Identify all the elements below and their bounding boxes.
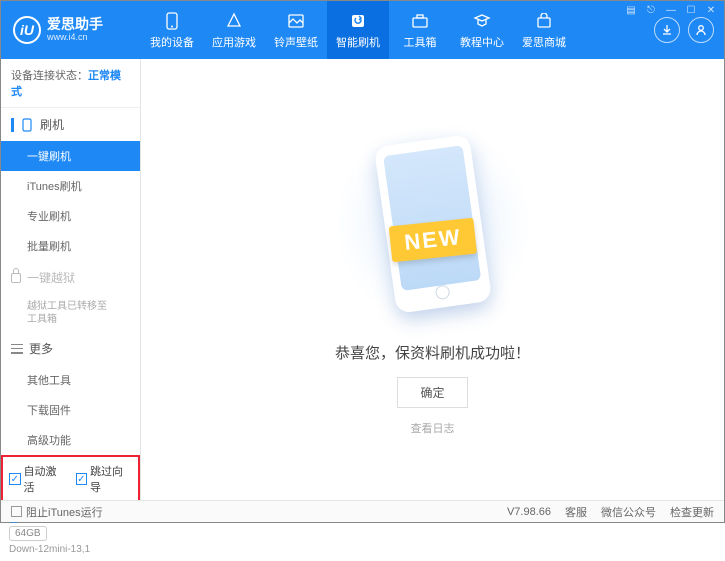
checkbox-icon	[11, 506, 22, 517]
ok-button[interactable]: 确定	[397, 377, 467, 408]
tab-my-device[interactable]: 我的设备	[141, 1, 203, 59]
tab-label: 智能刷机	[336, 34, 380, 50]
logo-icon: iU	[13, 16, 41, 44]
sidebar-group-flash[interactable]: 刷机	[1, 108, 140, 141]
tab-tutorials[interactable]: 教程中心	[451, 1, 513, 59]
tab-label: 铃声壁纸	[274, 34, 318, 50]
check-icon: ✓	[76, 473, 88, 485]
logo: iU 爱思助手 www.i4.cn	[1, 16, 141, 44]
app-subtitle: www.i4.cn	[47, 33, 103, 43]
toolbox-icon	[410, 11, 430, 31]
window-controls: ▤ ⎋ — ☐ ✕	[624, 3, 718, 17]
device-storage: 64GB	[9, 526, 47, 541]
tab-store[interactable]: 爱思商城	[513, 1, 575, 59]
minimize-icon[interactable]: —	[664, 3, 678, 17]
sidebar-group-more[interactable]: 更多	[1, 332, 140, 365]
lock-icon	[11, 273, 21, 283]
success-message: 恭喜您，保资料刷机成功啦！	[335, 342, 530, 363]
sidebar-item-download-firmware[interactable]: 下载固件	[1, 395, 140, 425]
flash-icon	[348, 11, 368, 31]
checkbox-auto-activate[interactable]: ✓ 自动激活	[9, 463, 66, 495]
close-icon[interactable]: ✕	[704, 3, 718, 17]
header-actions	[654, 17, 724, 43]
tab-smart-flash[interactable]: 智能刷机	[327, 1, 389, 59]
app-header: iU 爱思助手 www.i4.cn 我的设备 应用游戏 铃声壁纸 智能刷机 工具…	[1, 1, 724, 59]
main-content: NEW 恭喜您，保资料刷机成功啦！ 确定 查看日志	[141, 59, 724, 500]
download-button[interactable]	[654, 17, 680, 43]
device-meta: Down-12mini-13,1	[9, 544, 132, 555]
user-button[interactable]	[688, 17, 714, 43]
view-log-link[interactable]: 查看日志	[411, 420, 455, 436]
success-illustration: NEW	[358, 124, 508, 324]
phone-small-icon	[22, 118, 34, 132]
tab-apps[interactable]: 应用游戏	[203, 1, 265, 59]
wallpaper-icon	[286, 11, 306, 31]
sidebar-item-oneclick-flash[interactable]: 一键刷机	[1, 141, 140, 171]
sidebar: 设备连接状态：正常模式 刷机 一键刷机 iTunes刷机 专业刷机 批量刷机 一…	[1, 59, 141, 500]
checkbox-label: 自动激活	[24, 463, 66, 495]
tab-label: 工具箱	[404, 34, 437, 50]
tutorial-icon	[472, 11, 492, 31]
update-link[interactable]: 检查更新	[670, 504, 714, 520]
tab-ringtones[interactable]: 铃声壁纸	[265, 1, 327, 59]
tab-label: 应用游戏	[212, 34, 256, 50]
check-icon: ✓	[9, 473, 21, 485]
tab-label: 爱思商城	[522, 34, 566, 50]
nav-tabs: 我的设备 应用游戏 铃声壁纸 智能刷机 工具箱 教程中心 爱思商城	[141, 1, 654, 59]
checkbox-label: 阻止iTunes运行	[26, 504, 103, 520]
tab-label: 我的设备	[150, 34, 194, 50]
sidebar-item-advanced[interactable]: 高级功能	[1, 425, 140, 455]
wechat-link[interactable]: 微信公众号	[601, 504, 656, 520]
group-title: 一键越狱	[27, 269, 75, 286]
sidebar-group-jailbreak: 一键越狱	[1, 261, 140, 294]
group-title: 刷机	[40, 116, 64, 133]
checkbox-block-itunes[interactable]: 阻止iTunes运行	[11, 504, 103, 520]
conn-label: 设备连接状态：	[11, 70, 88, 82]
maximize-icon[interactable]: ☐	[684, 3, 698, 17]
support-link[interactable]: 客服	[565, 504, 587, 520]
phone-icon	[162, 11, 182, 31]
connection-status: 设备连接状态：正常模式	[1, 59, 140, 108]
apps-icon	[224, 11, 244, 31]
sidebar-item-batch-flash[interactable]: 批量刷机	[1, 231, 140, 261]
menu-icon[interactable]: ▤	[624, 3, 638, 17]
app-title: 爱思助手	[47, 17, 103, 32]
jailbreak-note: 越狱工具已转移至 工具箱	[1, 294, 140, 332]
hamburger-icon	[11, 344, 23, 354]
store-icon	[534, 11, 554, 31]
sidebar-item-pro-flash[interactable]: 专业刷机	[1, 201, 140, 231]
tab-toolbox[interactable]: 工具箱	[389, 1, 451, 59]
checkbox-label: 跳过向导	[90, 463, 132, 495]
sidebar-item-itunes-flash[interactable]: iTunes刷机	[1, 171, 140, 201]
flash-options-row: ✓ 自动激活 ✓ 跳过向导	[1, 455, 140, 503]
tab-label: 教程中心	[460, 34, 504, 50]
pin-icon[interactable]: ⎋	[644, 3, 658, 17]
sidebar-item-other-tools[interactable]: 其他工具	[1, 365, 140, 395]
group-title: 更多	[29, 340, 53, 357]
status-bar: 阻止iTunes运行 V7.98.66 客服 微信公众号 检查更新	[1, 500, 724, 522]
checkbox-skip-setup[interactable]: ✓ 跳过向导	[76, 463, 133, 495]
version-label: V7.98.66	[507, 506, 551, 518]
